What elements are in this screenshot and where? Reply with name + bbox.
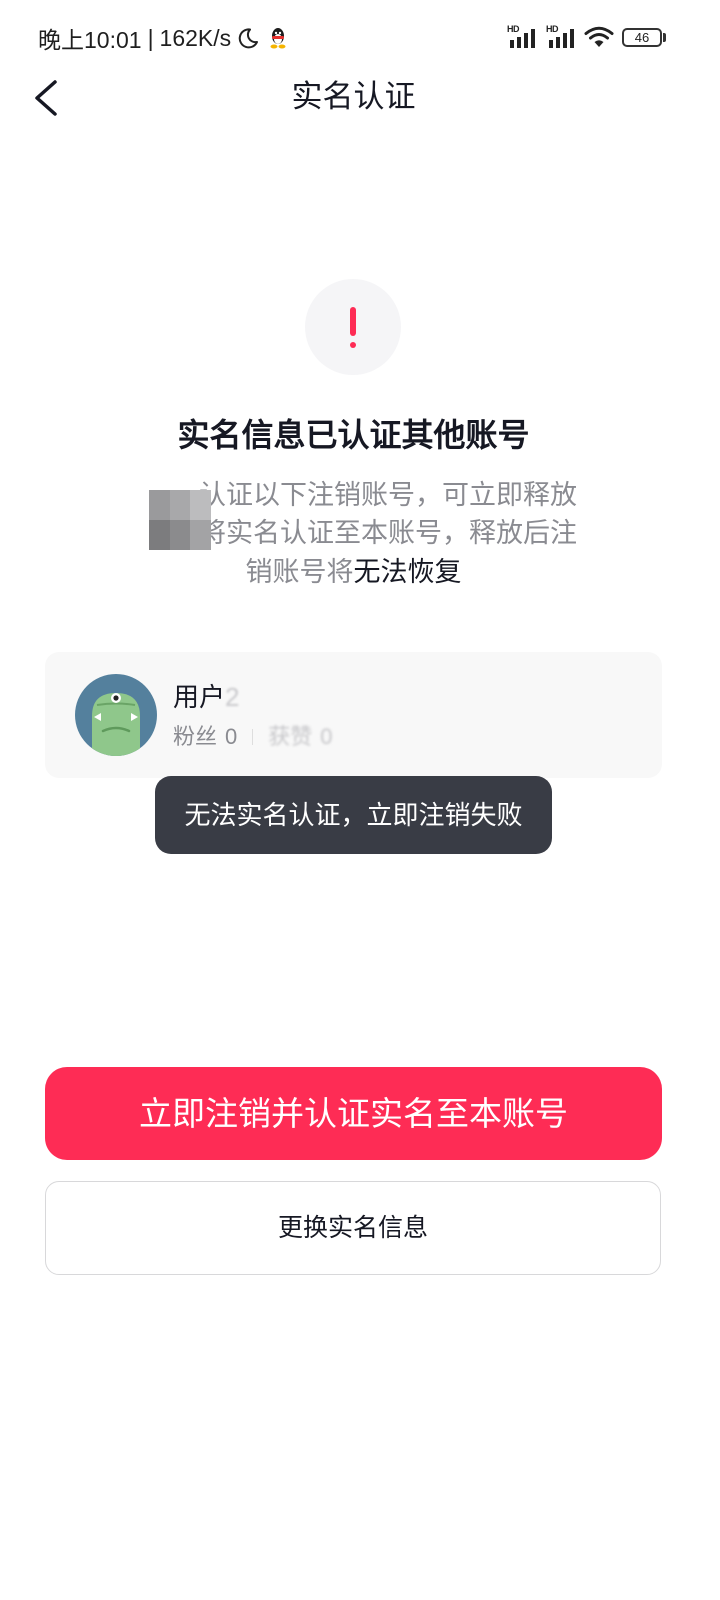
notice-description-line: 将实名认证至本账号，释放后注	[199, 518, 577, 548]
hd-label: HD	[546, 24, 559, 34]
status-bar-left: 晚上10:01 | 162K/s	[38, 22, 287, 54]
notice-description-text: 销账号将	[245, 557, 354, 587]
notice-title: 实名信息已认证其他账号	[177, 417, 530, 453]
likes-label: 获赞	[268, 724, 313, 749]
battery-nub	[663, 33, 666, 42]
signal-sim2: HD	[546, 24, 578, 48]
signal-sim1: HD	[507, 24, 539, 48]
status-time: 晚上10:01	[38, 27, 142, 53]
wifi-icon	[584, 26, 614, 47]
status-separator: |	[147, 24, 154, 51]
fans-count: 0	[225, 724, 238, 749]
account-name: 用户2	[173, 679, 239, 715]
account-card: 用户2 粉丝 0 获赞 0	[45, 652, 662, 778]
account-stats: 粉丝 0 获赞 0	[173, 722, 333, 752]
notice-description-emphasis: 无法恢复	[353, 557, 462, 587]
notice-description-line: 认证以下注销账号，可立即释放	[199, 480, 577, 510]
stats-divider	[252, 729, 254, 745]
change-identity-button[interactable]: 更换实名信息	[45, 1181, 661, 1275]
hd-label: HD	[507, 24, 520, 34]
moon-icon	[238, 28, 259, 49]
exclamation-icon	[305, 279, 401, 375]
account-name-text: 用户	[173, 682, 226, 712]
exclamation-dot	[350, 342, 356, 348]
exclamation-bar	[350, 307, 356, 336]
likes-stat: 获赞 0	[268, 722, 332, 752]
privacy-mosaic	[149, 490, 211, 550]
avatar	[75, 674, 157, 756]
likes-count: 0	[320, 724, 333, 749]
fans-label: 粉丝	[173, 724, 218, 749]
network-speed: 162K/s	[159, 24, 232, 51]
cancel-and-verify-button[interactable]: 立即注销并认证实名至本账号	[45, 1067, 662, 1160]
qq-icon	[270, 28, 286, 49]
page-title: 实名认证	[291, 79, 416, 114]
battery-icon: 46	[622, 28, 662, 47]
account-name-obscured: 2	[225, 682, 240, 712]
notice-description-line: 销账号将无法恢复	[45, 553, 662, 591]
toast-message: 无法实名认证，立即注销失败	[155, 776, 552, 854]
